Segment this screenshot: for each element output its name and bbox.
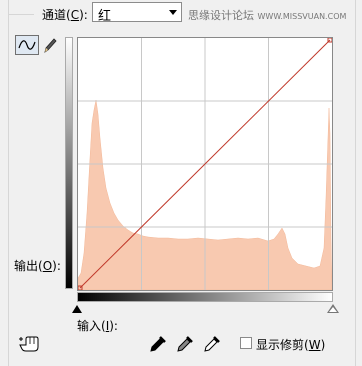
- input-gradient-bar: [77, 292, 333, 302]
- pencil-icon: [44, 38, 57, 53]
- output-label: 输出(O):: [14, 259, 61, 273]
- group-border-top: [8, 14, 34, 15]
- watermark: 思缘设计论坛 WWW.MISSVUAN.COM: [188, 7, 346, 23]
- curve-tool-button[interactable]: [15, 35, 39, 55]
- gray-eyedropper-button[interactable]: [176, 335, 194, 353]
- white-eyedropper-button[interactable]: [203, 335, 221, 353]
- channel-select[interactable]: 红: [92, 2, 182, 24]
- show-clipping-label[interactable]: 显示修剪(W): [256, 336, 325, 353]
- hand-icon: [19, 336, 39, 352]
- show-clipping-checkbox[interactable]: [240, 337, 252, 349]
- eyedropper-black-icon: [150, 336, 166, 352]
- black-eyedropper-button[interactable]: [149, 335, 167, 353]
- pencil-tool-button[interactable]: [42, 36, 58, 54]
- watermark-cn: 思缘设计论坛: [188, 9, 254, 22]
- channel-label: 通道(C):: [42, 8, 88, 22]
- input-label: 输入(I):: [77, 319, 118, 333]
- curve-graph[interactable]: [77, 37, 333, 291]
- eyedropper-white-icon: [204, 336, 220, 352]
- output-gradient-bar: [65, 37, 73, 289]
- watermark-en: WWW.MISSVUAN.COM: [257, 12, 347, 21]
- group-border-left: [8, 0, 9, 366]
- curve-icon: [18, 40, 36, 50]
- target-adjustment-button[interactable]: [18, 335, 40, 353]
- channel-select-value: 红: [98, 9, 112, 24]
- chevron-down-icon: [169, 10, 177, 15]
- histogram-curve-svg: [78, 38, 332, 290]
- black-point-slider[interactable]: [72, 305, 82, 313]
- white-point-slider-inner: [329, 307, 337, 312]
- eyedropper-gray-icon: [177, 336, 193, 352]
- group-border-right: [355, 0, 356, 366]
